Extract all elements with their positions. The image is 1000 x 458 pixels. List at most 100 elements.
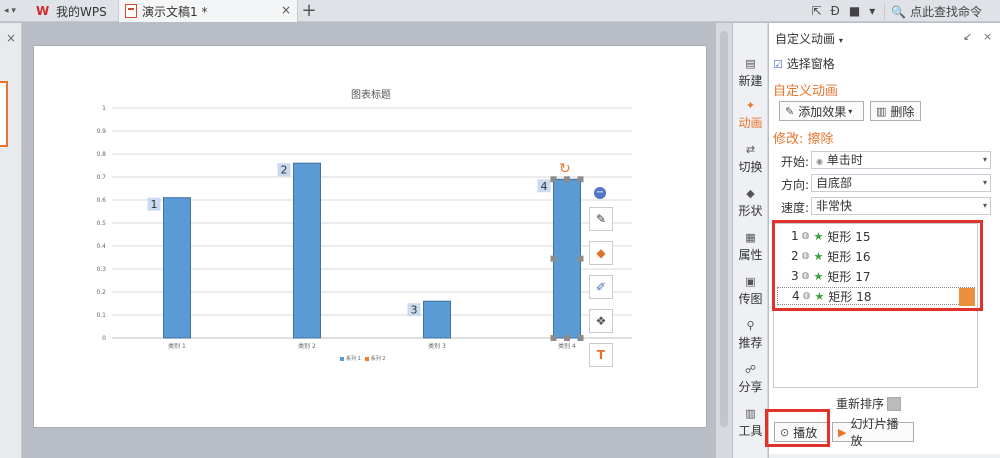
selection-handle[interactable] (564, 335, 570, 341)
direction-select[interactable]: 自底部 ▾ (811, 174, 991, 192)
shape-icon: ◆ (746, 187, 755, 200)
close-panel-icon[interactable]: × (6, 31, 16, 45)
tab-properties[interactable]: ▦ 属性 (733, 231, 768, 263)
title-tools: ⇱ Ð ■ ▾ 🔍 点此查找命令 (811, 0, 1000, 22)
chart-legend[interactable]: 系列 1 系列 2 (340, 355, 386, 362)
tab-tools[interactable]: ▥ 工具 (733, 407, 768, 439)
skin-icon[interactable]: Ð (831, 4, 840, 18)
custom-animation-panel: 自定义动画 ▾ ↙ × ☑ 选择窗格 自定义动画 ✎ 添加效果 ▾ ▥ 删除 修改: … (765, 23, 1000, 458)
highlight-box-list (772, 220, 983, 311)
selection-handle[interactable] (577, 255, 584, 262)
tab-animation[interactable]: ✦ 动画 (733, 99, 768, 131)
tab-presentation[interactable]: 演示文稿1 * × (118, 0, 298, 22)
properties-icon: ▦ (745, 231, 756, 244)
layers-icon[interactable]: ❖ (589, 309, 613, 333)
animation-order-badge-label: 2 (281, 164, 288, 177)
close-panel-button[interactable]: × (983, 30, 992, 43)
tab-shape[interactable]: ◆ 形状 (733, 187, 768, 219)
selection-handle[interactable] (564, 176, 570, 183)
delete-button[interactable]: ▥ 删除 (870, 101, 921, 121)
new-icon: ▤ (745, 57, 756, 70)
tab-my-wps[interactable]: W 我的WPS (30, 0, 114, 22)
vertical-scrollbar[interactable] (716, 23, 732, 458)
add-effect-caret-icon: ▾ (848, 106, 853, 116)
selection-handle[interactable] (577, 176, 584, 183)
tab-properties-label: 属性 (738, 248, 763, 262)
recommend-icon: ⚲ (746, 319, 755, 332)
restore-icon[interactable]: ⇱ (811, 4, 821, 18)
delete-icon: ▥ (876, 104, 887, 118)
slide-canvas[interactable]: 图表标题 0 0.1 0.2 0.3 0.4 0.5 0.6 0.7 0.8 0.9 1 类别 11类… (33, 45, 707, 428)
start-dropdown-icon: ▾ (982, 155, 987, 164)
tab-animation-label: 动画 (738, 116, 763, 130)
tab-upload-image[interactable]: ▣ 传图 (733, 275, 768, 307)
custom-animation-heading: 自定义动画 (773, 84, 839, 99)
start-select[interactable]: ◉ 单击时 ▾ (811, 151, 991, 169)
speed-select[interactable]: 非常快 ▾ (811, 197, 991, 215)
presentation-icon (125, 4, 137, 18)
direction-value: 自底部 (816, 176, 853, 190)
add-effect-button[interactable]: ✎ 添加效果 ▾ (779, 101, 864, 121)
fill-bucket-icon[interactable]: ◆ (589, 241, 613, 265)
legend-series-1-label: 系列 1 (346, 356, 361, 362)
bar[interactable] (163, 197, 191, 339)
bar[interactable] (423, 300, 451, 339)
close-tab-icon[interactable]: × (281, 3, 291, 17)
slideshow-button[interactable]: ▶ 幻灯片播放 (832, 417, 914, 448)
feedback-icon[interactable]: ■ (849, 4, 860, 18)
bar[interactable] (293, 162, 321, 339)
tab-nav-arrows[interactable]: ◂ ▾ (0, 0, 28, 22)
wps-logo-icon: W (36, 4, 50, 18)
tab-upload-image-label: 传图 (738, 292, 763, 306)
speed-dropdown-icon: ▾ (982, 201, 987, 210)
rotate-handle-icon[interactable]: ↻ (559, 161, 571, 177)
y-tick-label: 0.4 (96, 243, 106, 250)
line-style-icon[interactable]: ✐ (589, 275, 613, 299)
tab-new[interactable]: ▤ 新建 (733, 57, 768, 89)
y-tick-label: 0.1 (96, 312, 106, 319)
new-tab-button[interactable]: + (300, 0, 318, 22)
legend-series-1: 系列 1 (340, 355, 361, 362)
tab-shape-label: 形状 (738, 204, 763, 218)
menu-caret-icon[interactable]: ▾ (869, 4, 875, 18)
side-tab-bar: ▤ 新建 ✦ 动画 ⇄ 切换 ◆ 形状 ▦ 属性 ▣ 传图 ⚲ 推荐 ☍ 分享 ▥ 工具 (733, 23, 768, 458)
slide-thumbnail-selected[interactable] (0, 81, 8, 147)
selection-pane-link[interactable]: ☑ 选择窗格 (773, 55, 835, 72)
start-label: 开始: (781, 155, 810, 169)
selection-handle[interactable] (577, 335, 584, 341)
scrollbar-thumb[interactable] (720, 31, 728, 427)
tab-recommend-label: 推荐 (738, 336, 763, 350)
collapse-icon[interactable]: − (594, 187, 606, 199)
slide-thumbnail-panel: × (0, 23, 22, 458)
panel-title[interactable]: 自定义动画 ▾ (775, 30, 843, 47)
y-tick-label: 0.7 (96, 174, 106, 181)
reorder-control[interactable]: 重新排序 (836, 395, 902, 412)
pin-panel-icon[interactable]: ↙ (963, 30, 972, 43)
selection-handle[interactable] (550, 255, 557, 262)
panel-title-caret-icon: ▾ (838, 36, 843, 45)
speed-value: 非常快 (816, 199, 853, 213)
tab-transition[interactable]: ⇄ 切换 (733, 143, 768, 175)
command-search[interactable]: 🔍 点此查找命令 (884, 2, 991, 20)
pen-icon[interactable]: ✎ (589, 207, 613, 231)
tab-new-label: 新建 (738, 74, 763, 88)
tools-icon: ▥ (745, 407, 756, 420)
reorder-arrow-icon[interactable] (887, 396, 902, 411)
tab-tools-label: 工具 (738, 424, 763, 438)
x-tick-label: 类别 3 (428, 342, 446, 350)
y-tick-label: 0.5 (96, 220, 106, 227)
highlight-box-play (765, 409, 830, 447)
text-fill-icon[interactable]: T (589, 343, 613, 367)
x-tick-label: 类别 1 (168, 342, 186, 350)
selection-handle[interactable] (550, 176, 557, 183)
y-tick-label: 0 (102, 335, 106, 342)
selection-handle[interactable] (550, 335, 557, 341)
start-value-icon: ◉ (816, 157, 823, 166)
bar[interactable] (553, 178, 581, 339)
direction-label: 方向: (781, 178, 810, 192)
animation-icon: ✦ (745, 99, 756, 112)
tab-recommend[interactable]: ⚲ 推荐 (733, 319, 768, 351)
transition-icon: ⇄ (745, 143, 756, 156)
start-value: 单击时 (826, 153, 863, 167)
tab-share[interactable]: ☍ 分享 (733, 363, 768, 395)
